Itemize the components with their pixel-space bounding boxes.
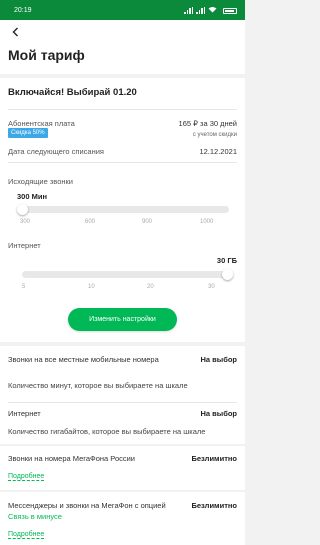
tariff-name: Включайся! Выбирай 01.20 [8, 87, 137, 98]
battery-icon [223, 7, 237, 14]
next-charge-date: 12.12.2021 [199, 147, 237, 156]
divider [8, 162, 237, 163]
option-desc: Количество гигабайтов, которое вы выбира… [8, 427, 206, 436]
fee-note: с учетом скидки [192, 132, 237, 138]
calls-value: 300 Мин [17, 192, 47, 201]
calls-tick: 600 [85, 219, 96, 225]
divider [8, 402, 237, 403]
status-time: 20:19 [14, 7, 32, 14]
option-subtitle[interactable]: Связь в минусе [8, 512, 62, 521]
option-desc: Количество минут, которое вы выбираете н… [8, 381, 188, 390]
option-value: На выбор [200, 409, 237, 418]
internet-tick: 10 [88, 284, 95, 290]
internet-slider-track[interactable] [22, 271, 229, 278]
internet-tick: 30 [208, 284, 215, 290]
next-charge-label: Дата следующего списания [8, 147, 104, 156]
signal-icon [184, 7, 193, 14]
option-megafon-calls: Звонки на номера МегаФона России Безлими… [0, 446, 245, 490]
option-value: Безлимитно [191, 501, 237, 510]
option-internet: Интернет На выбор Количество гигабайтов,… [0, 402, 245, 444]
calls-tick: 300 [20, 219, 31, 225]
back-arrow-icon[interactable] [8, 23, 24, 41]
internet-label: Интернет [8, 241, 41, 250]
header: Мой тариф [0, 20, 245, 74]
fee-label: Абонентская плата [8, 119, 75, 128]
internet-tick: 20 [147, 284, 154, 290]
calls-slider-thumb[interactable] [17, 204, 28, 215]
divider [8, 109, 237, 110]
option-title: Звонки на номера МегаФона России [8, 454, 135, 463]
option-local-calls: Звонки на все местные мобильные номера Н… [0, 346, 245, 403]
calls-label: Исходящие звонки [8, 177, 73, 186]
option-title: Звонки на все местные мобильные номера [8, 355, 159, 364]
more-link[interactable]: Подробнее [8, 531, 45, 539]
status-bar: 20:19 [0, 0, 245, 20]
internet-slider-thumb[interactable] [222, 269, 233, 280]
calls-tick: 900 [142, 219, 153, 225]
fee-value: 165 ₽ за 30 дней [178, 119, 237, 128]
option-title: Интернет [8, 409, 41, 418]
option-messengers: Мессенджеры и звонки на МегаФон с опцией… [0, 492, 245, 545]
option-value: Безлимитно [191, 454, 237, 463]
option-value: На выбор [200, 355, 237, 364]
tariff-card: Включайся! Выбирай 01.20 Абонентская пла… [0, 78, 245, 342]
internet-value: 30 ГБ [216, 256, 237, 265]
more-link[interactable]: Подробнее [8, 473, 45, 481]
signal-icon-2 [196, 7, 205, 14]
option-title: Мессенджеры и звонки на МегаФон с опцией [8, 501, 166, 510]
calls-slider-track[interactable] [22, 206, 229, 213]
page-title: Мой тариф [8, 47, 85, 63]
internet-tick: 5 [22, 284, 26, 290]
status-icons [184, 6, 237, 15]
change-settings-button[interactable]: Изменить настройки [68, 308, 177, 331]
wifi-icon [208, 6, 217, 15]
discount-badge: Скидка 50% [8, 128, 48, 138]
calls-tick: 1000 [200, 219, 214, 225]
